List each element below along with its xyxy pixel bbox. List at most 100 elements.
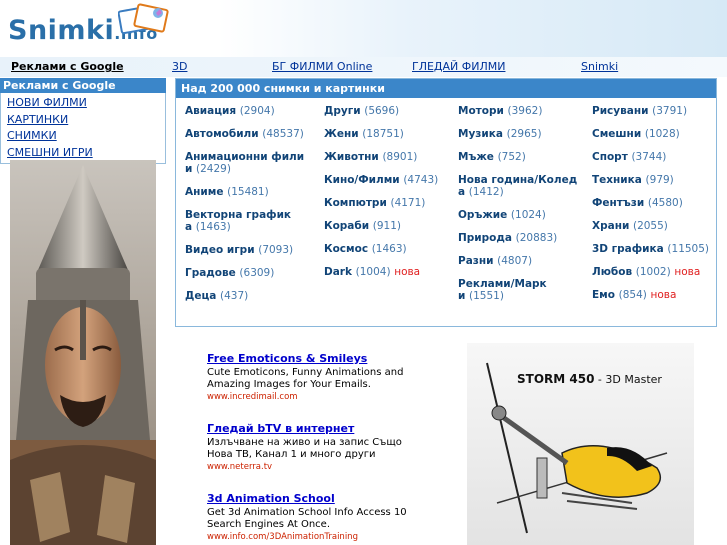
knight-banner-image[interactable]	[10, 160, 156, 545]
category-count: (3962)	[507, 105, 543, 117]
category-link[interactable]: Рисувани (3791)	[592, 105, 722, 117]
category-link[interactable]: Смешни (1028)	[592, 128, 722, 140]
category-name: Авиация	[185, 105, 237, 117]
category-name: Разни	[458, 255, 494, 267]
category-name-wrap: и	[458, 290, 466, 302]
category-count: (854)	[618, 289, 647, 301]
category-count: (1463)	[371, 243, 407, 255]
category-link[interactable]: Автомобили (48537)	[185, 128, 315, 140]
ad-url[interactable]: www.incredimail.com	[207, 392, 407, 402]
category-name: Нова година/Колед	[458, 174, 578, 186]
category-name: Техника	[592, 174, 642, 186]
category-link[interactable]: Векторна график а (1463)	[185, 209, 315, 233]
logo-main-text: Snimki	[8, 15, 115, 46]
category-link[interactable]: 3D графика (11505)	[592, 243, 722, 255]
category-name: Спорт	[592, 151, 628, 163]
category-count: (2965)	[506, 128, 542, 140]
new-badge: нова	[674, 266, 701, 278]
sidebar-item-pictures[interactable]: КАРТИНКИ	[1, 112, 165, 129]
category-name: Реклами/Марк	[458, 278, 547, 290]
category-link[interactable]: Нова година/Колед а (1412)	[458, 174, 588, 198]
category-name: Кино/Филми	[324, 174, 400, 186]
category-link[interactable]: Други (5696)	[324, 105, 454, 117]
category-name-wrap: и	[185, 163, 193, 175]
category-count: (5696)	[364, 105, 400, 117]
ad-url[interactable]: www.neterra.tv	[207, 462, 407, 472]
top-nav: Реклами с Google 3D БГ ФИЛМИ Online ГЛЕД…	[0, 57, 727, 77]
category-name: Музика	[458, 128, 503, 140]
category-link[interactable]: Спорт (3744)	[592, 151, 722, 163]
site-header: Snimki.info	[0, 0, 727, 57]
category-count: (3744)	[631, 151, 667, 163]
text-ad: Free Emoticons & Smileys Cute Emoticons,…	[207, 352, 407, 402]
category-name: Смешни	[592, 128, 642, 140]
category-link[interactable]: Природа (20883)	[458, 232, 588, 244]
category-link[interactable]: Животни (8901)	[324, 151, 454, 163]
category-count: (2055)	[632, 220, 668, 232]
category-link[interactable]: Dark (1004) нова	[324, 266, 454, 278]
category-name: Автомобили	[185, 128, 259, 140]
category-link[interactable]: Храни (2055)	[592, 220, 722, 232]
category-name: Компютри	[324, 197, 387, 209]
nav-google-ads-link[interactable]: Реклами с Google	[11, 60, 124, 73]
sidebar-menu: НОВИ ФИЛМИ КАРТИНКИ СНИМКИ СМЕШНИ ИГРИ	[0, 93, 166, 164]
category-link[interactable]: Музика (2965)	[458, 128, 588, 140]
sidebar-item-new-movies[interactable]: НОВИ ФИЛМИ	[1, 95, 165, 112]
nav-link-bg-movies[interactable]: БГ ФИЛМИ Online	[272, 60, 372, 73]
category-link[interactable]: Емо (854) нова	[592, 289, 722, 301]
categories-panel-title: Над 200 000 снимки и картинки	[176, 79, 716, 98]
category-column-2: Други (5696) Жени (18751) Животни (8901) Ки…	[324, 105, 454, 289]
category-link[interactable]: Техника (979)	[592, 174, 722, 186]
ad-description: Cute Emoticons, Funny Animations and Ama…	[207, 367, 404, 390]
helicopter-banner-ad[interactable]: STORM 450 - 3D Master	[467, 343, 694, 545]
category-link[interactable]: Аниме (15481)	[185, 186, 315, 198]
category-name: Други	[324, 105, 361, 117]
category-count: (1463)	[195, 221, 231, 233]
sidebar-google-ads-link[interactable]: Реклами с Google	[0, 78, 166, 93]
category-link[interactable]: Кораби (911)	[324, 220, 454, 232]
category-count: (1412)	[468, 186, 504, 198]
category-link[interactable]: Оръжие (1024)	[458, 209, 588, 221]
nav-link-3d[interactable]: 3D	[172, 60, 187, 73]
category-link[interactable]: Мъже (752)	[458, 151, 588, 163]
category-count: (18751)	[362, 128, 404, 140]
category-count: (11505)	[667, 243, 710, 255]
category-count: (48537)	[262, 128, 304, 140]
category-link[interactable]: Градове (6309)	[185, 267, 315, 279]
category-count: (20883)	[515, 232, 558, 244]
category-name: Фентъзи	[592, 197, 645, 209]
category-name: 3D графика	[592, 243, 664, 255]
category-count: (1028)	[644, 128, 680, 140]
category-link[interactable]: Мотори (3962)	[458, 105, 588, 117]
category-count: (1024)	[510, 209, 546, 221]
category-name: Жени	[324, 128, 359, 140]
category-link[interactable]: Кино/Филми (4743)	[324, 174, 454, 186]
category-link[interactable]: Деца (437)	[185, 290, 315, 302]
ad-title-link[interactable]: Free Emoticons & Smileys	[207, 352, 407, 365]
category-link[interactable]: Космос (1463)	[324, 243, 454, 255]
category-link[interactable]: Видео игри (7093)	[185, 244, 315, 256]
category-count: (1002)	[635, 266, 671, 278]
ad-url[interactable]: www.info.com/3DAnimationTraining	[207, 532, 407, 542]
category-link[interactable]: Разни (4807)	[458, 255, 588, 267]
category-link[interactable]: Фентъзи (4580)	[592, 197, 722, 209]
nav-link-watch-movies[interactable]: ГЛЕДАЙ ФИЛМИ	[412, 60, 505, 73]
category-link[interactable]: Любов (1002) нова	[592, 266, 722, 278]
sidebar-item-funny-games[interactable]: СМЕШНИ ИГРИ	[1, 145, 165, 162]
nav-link-snimki[interactable]: Snimki	[581, 60, 618, 73]
ad-title-link[interactable]: 3d Animation School	[207, 492, 407, 505]
category-link[interactable]: Жени (18751)	[324, 128, 454, 140]
category-name: Деца	[185, 290, 217, 302]
categories-panel: Над 200 000 снимки и картинки Авиация (2…	[175, 78, 717, 327]
category-column-1: Авиация (2904) Автомобили (48537) Анимацио…	[185, 105, 315, 313]
logo-photo-icon	[118, 3, 169, 35]
ad-title-link[interactable]: Гледай bTV в интернет	[207, 422, 407, 435]
sidebar-item-photos[interactable]: СНИМКИ	[1, 128, 165, 145]
category-link[interactable]: Реклами/Марк и (1551)	[458, 278, 588, 302]
category-link[interactable]: Авиация (2904)	[185, 105, 315, 117]
category-link[interactable]: Компютри (4171)	[324, 197, 454, 209]
category-count: (7093)	[258, 244, 294, 256]
category-link[interactable]: Анимационни фили и (2429)	[185, 151, 315, 175]
category-name: Природа	[458, 232, 512, 244]
category-count: (3791)	[652, 105, 688, 117]
